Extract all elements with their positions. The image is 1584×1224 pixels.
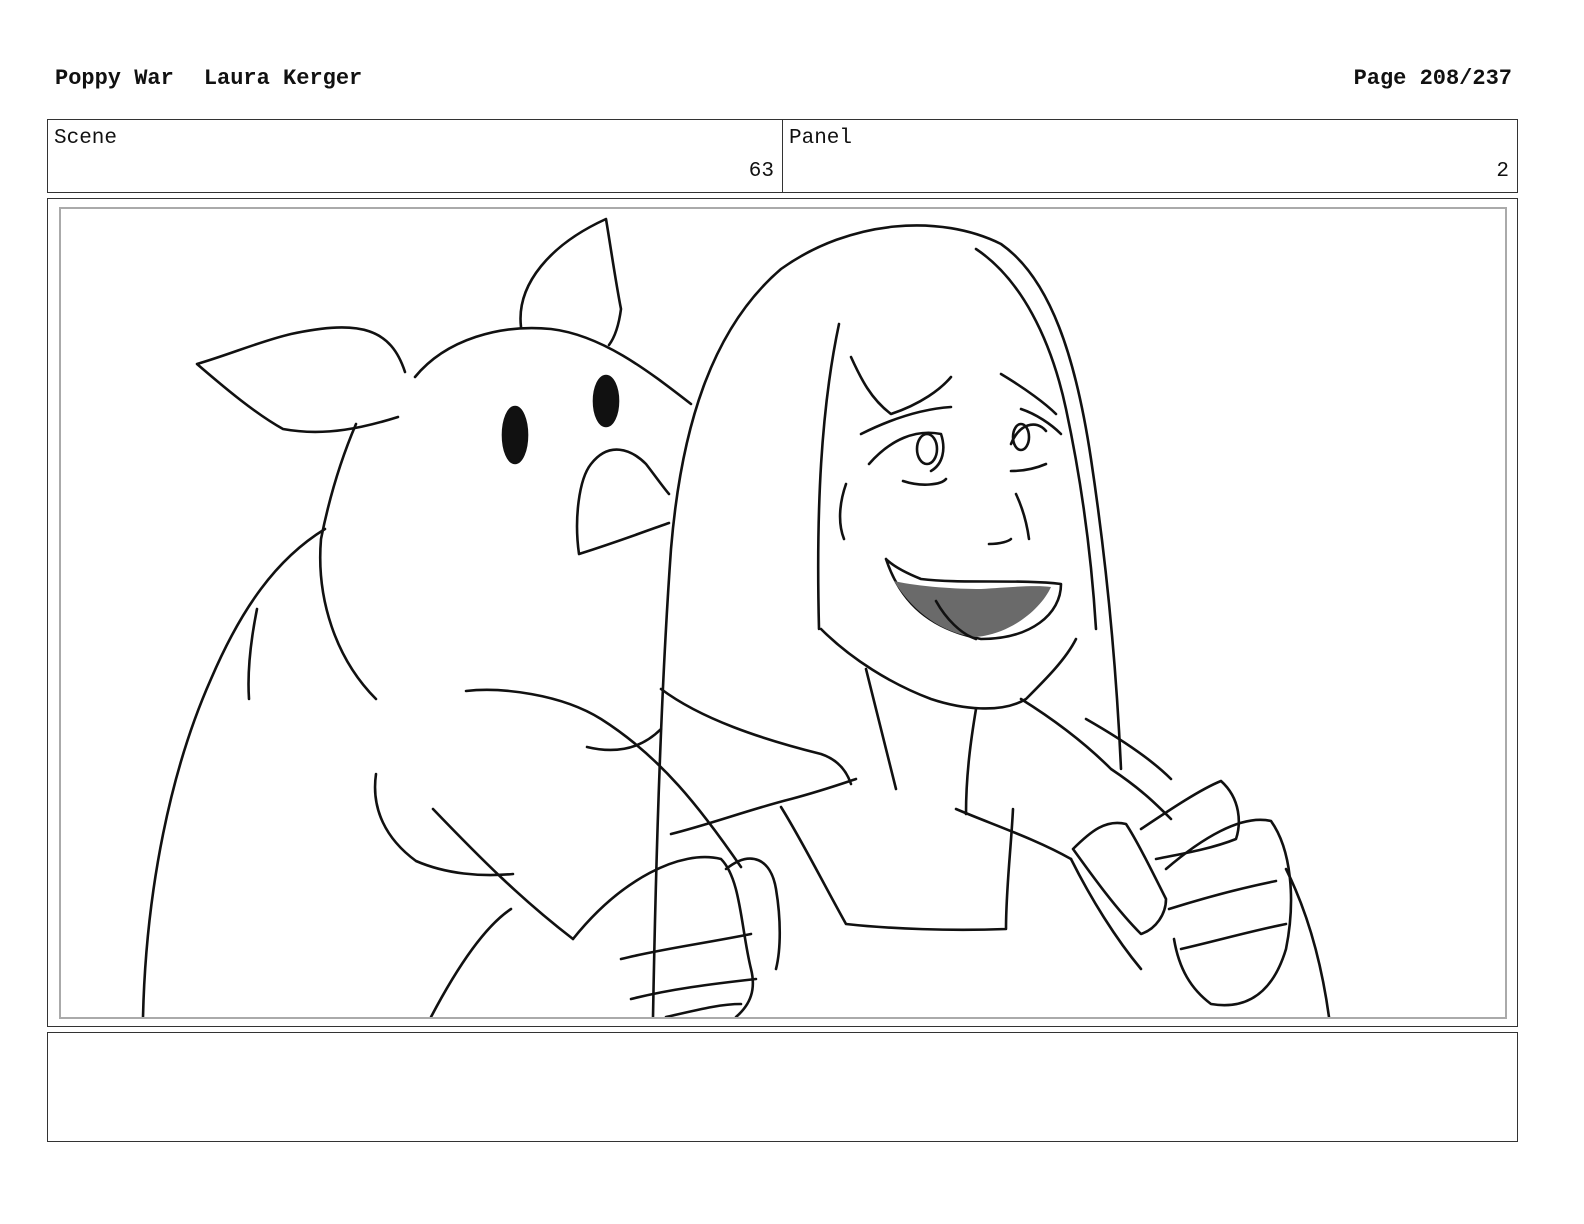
girl-finger-1 — [1167, 879, 1278, 911]
creature-right-ear — [519, 217, 623, 347]
panel-cell: Panel 2 — [782, 120, 1517, 192]
girl-bangs — [849, 355, 953, 416]
creature-eye-right — [592, 374, 620, 428]
girl-arm-right — [1284, 867, 1331, 1017]
girl-neck-left — [864, 667, 898, 791]
creature-snout — [575, 448, 671, 556]
creature-arm-fold — [585, 727, 663, 752]
creature-head-top — [413, 326, 693, 406]
girl-eye-right-lower — [1009, 462, 1048, 473]
creature-arm-under — [373, 772, 515, 877]
girl-sweat-drop — [838, 482, 848, 541]
girl-eye-left-lower — [901, 477, 948, 486]
creature-claw-3 — [629, 977, 758, 1001]
girl-arm-left — [1069, 857, 1143, 971]
creature-body-outline — [141, 527, 327, 1017]
girl-bangs-2 — [999, 372, 1058, 416]
scene-number: 63 — [748, 160, 774, 183]
creature-arm-top — [464, 688, 743, 869]
creature-left-ear — [195, 326, 407, 434]
girl-cheek-lines — [1014, 492, 1031, 541]
girl-pupil-left — [915, 432, 939, 466]
panel-number: 2 — [1496, 160, 1509, 183]
panel-notes-box — [47, 1032, 1518, 1142]
sketch-drawing — [141, 217, 1331, 1017]
page-number: Page 208/237 — [1353, 66, 1512, 91]
scene-panel-info-row: Scene 63 Panel 2 — [47, 119, 1518, 193]
storyboard-panel-image — [59, 207, 1507, 1019]
girl-hand-right — [1139, 779, 1241, 861]
author-name: Laura Kerger — [203, 66, 363, 91]
creature-claw-1 — [724, 857, 782, 971]
girl-hand-left — [1071, 821, 1168, 936]
girl-neck-right — [964, 707, 978, 816]
girl-eye-left — [867, 431, 945, 473]
creature-eye-left — [501, 405, 529, 465]
girl-hair-inner-left — [816, 322, 841, 631]
girl-hair-strand-right — [974, 247, 1098, 631]
creature-claw-2 — [619, 932, 753, 961]
girl-hair-bottom-mid — [1084, 717, 1173, 781]
girl-jaw — [819, 627, 1078, 710]
page-header-title: Poppy War Laura Kerger — [55, 66, 362, 91]
girl-eyebrow-left — [859, 405, 953, 436]
creature-claw-4 — [664, 1002, 743, 1017]
creature-arm-2 — [429, 907, 513, 1017]
girl-hair-outer — [651, 224, 1123, 1017]
scene-cell: Scene 63 — [48, 120, 782, 192]
panel-label: Panel — [789, 127, 853, 150]
creature-face-contour — [319, 422, 378, 701]
girl-finger-2 — [1179, 922, 1288, 951]
creature-body-line — [247, 607, 259, 701]
project-title: Poppy War — [55, 66, 174, 91]
storyboard-panel-frame — [47, 198, 1518, 1027]
girl-nose — [987, 537, 1013, 546]
scene-label: Scene — [54, 127, 118, 150]
girl-fist — [1164, 818, 1293, 1007]
girl-shirt-collar — [669, 777, 858, 836]
girl-shirt-neckline — [779, 805, 1015, 932]
girl-shirt-left — [659, 687, 853, 786]
